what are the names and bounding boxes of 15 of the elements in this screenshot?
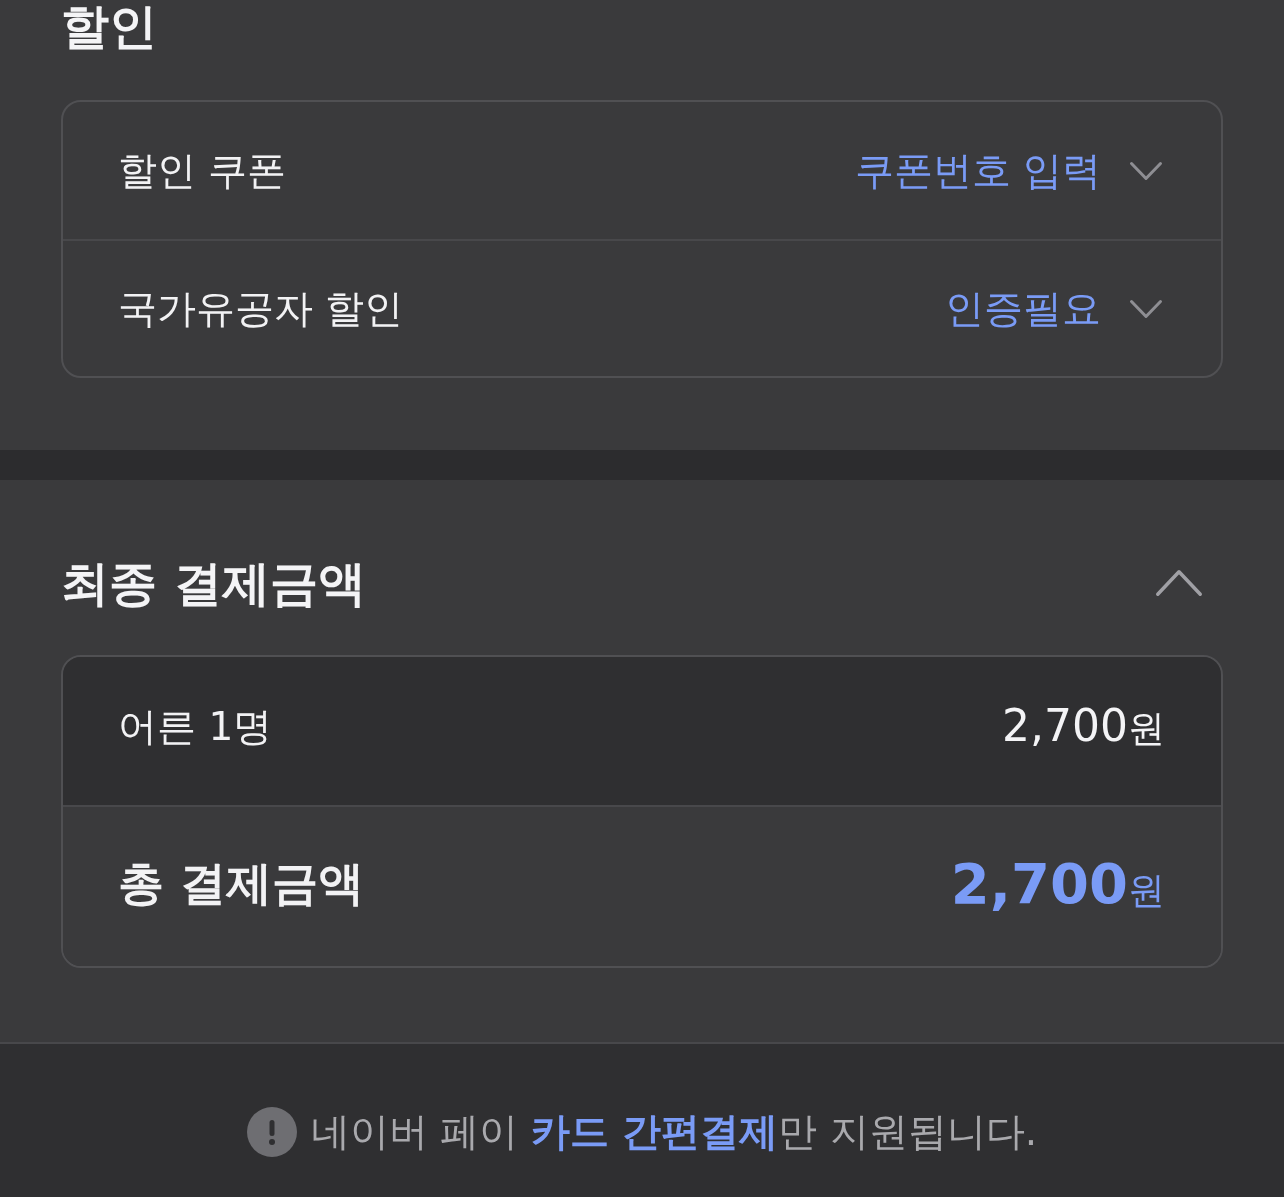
discount-action-link[interactable]: 쿠폰번호 입력 (854, 143, 1101, 198)
notice-text: 네이버 페이 카드 간편결제만 지원됩니다. (310, 1108, 1038, 1156)
discount-label: 국가유공자 할인 (118, 284, 404, 333)
total-price-text: 2,700원 (950, 851, 1165, 916)
chevron-down-icon[interactable] (1129, 160, 1163, 181)
total-label: 총 결제금액 (118, 854, 364, 912)
section-heading: 최종 결제금액 (61, 555, 366, 611)
discount-action-link[interactable]: 인증필요 (945, 281, 1101, 336)
chevron-down-icon[interactable] (1129, 298, 1163, 319)
exclamation-icon (246, 1107, 297, 1157)
chevron-up-icon[interactable] (1155, 569, 1203, 597)
fare-label: 어른 1명 (118, 703, 273, 751)
price-text: 2,700원 (1002, 700, 1165, 753)
discount-label: 할인 쿠폰 (118, 146, 287, 195)
section-heading: 할인 (61, 0, 157, 52)
